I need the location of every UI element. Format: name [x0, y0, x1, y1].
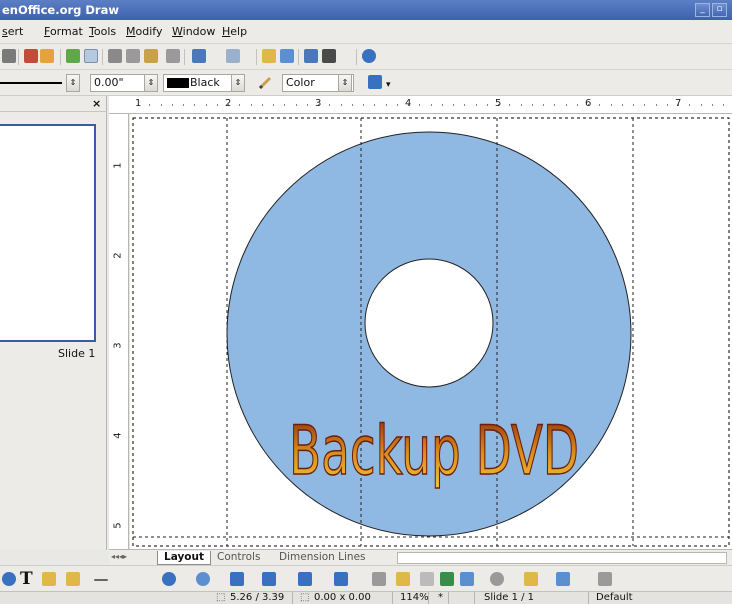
glue-points-icon[interactable] — [396, 572, 410, 586]
line-width-field[interactable]: 0.00" — [90, 74, 145, 92]
layer-tabs-bar: ◂◂◂▸ Layout Controls Dimension Lines — [109, 549, 732, 565]
window-title: enOffice.org Draw — [2, 3, 119, 17]
undo-icon[interactable] — [192, 49, 206, 63]
status-slide: Slide 1 / 1 — [484, 592, 535, 603]
gallery-icon[interactable] — [460, 572, 474, 586]
horizontal-ruler[interactable]: 1 2 3 4 5 6 7 — [109, 96, 732, 114]
tab-scroll-buttons[interactable]: ◂◂◂▸ — [111, 552, 127, 561]
print-icon[interactable] — [2, 49, 16, 63]
drawing-toolbar: T — [0, 565, 732, 591]
menu-format[interactable]: Format — [44, 25, 83, 38]
menu-window[interactable]: Window — [172, 25, 215, 38]
maximize-button[interactable]: ▫ — [712, 3, 727, 17]
standard-toolbar — [0, 44, 732, 70]
copy-icon[interactable] — [126, 49, 140, 63]
ruler-v-number: 5 — [112, 522, 124, 529]
ruler-v-number: 4 — [112, 432, 124, 439]
dvd-center-hole — [364, 258, 494, 388]
drawing-svg: Backup DVD — [132, 117, 730, 547]
status-size: 0.00 x 0.00 — [314, 592, 371, 603]
menu-bar: sert Format Tools Modify Window Help — [0, 20, 732, 44]
horizontal-scrollbar[interactable] — [397, 552, 727, 564]
fontwork-gallery-icon[interactable] — [42, 572, 56, 586]
chart-icon[interactable] — [262, 49, 276, 63]
help-icon[interactable] — [362, 49, 376, 63]
slides-pane-header: × — [0, 96, 107, 112]
show-draw-functions-icon[interactable] — [304, 49, 318, 63]
fontwork-icon[interactable] — [420, 572, 434, 586]
fill-style-dropdown[interactable]: ⇕ — [338, 74, 352, 92]
ruler-v-number: 1 — [112, 162, 124, 169]
zoom-icon[interactable] — [322, 49, 336, 63]
from-file-icon[interactable] — [440, 572, 454, 586]
spellcheck-icon[interactable] — [66, 49, 80, 63]
line-style-preview[interactable] — [0, 82, 62, 84]
menu-tools[interactable]: Tools — [89, 25, 116, 38]
stars-icon[interactable] — [334, 572, 348, 586]
ruler-v-number: 3 — [112, 342, 124, 349]
status-zoom[interactable]: 114% — [400, 592, 429, 604]
slide-thumbnail-label: Slide 1 — [58, 347, 96, 360]
callouts-icon[interactable] — [298, 572, 312, 586]
ruler-h-number: 1 — [135, 98, 142, 109]
connector-icon[interactable] — [66, 572, 80, 586]
cut-icon[interactable] — [108, 49, 122, 63]
ruler-h-number: 5 — [495, 98, 502, 109]
fontwork-text[interactable]: Backup DVD — [288, 411, 579, 491]
flowchart-icon[interactable] — [262, 572, 276, 586]
slides-pane: × Slide 1 — [0, 96, 107, 550]
title-bar: enOffice.org Draw _ ▫ — [0, 0, 732, 20]
shadow-icon[interactable] — [368, 75, 382, 89]
size-icon: ⬚ — [300, 592, 310, 603]
line-tool-icon[interactable] — [94, 579, 108, 581]
table-icon[interactable] — [280, 49, 294, 63]
extrusion-icon[interactable] — [598, 572, 612, 586]
ruler-h-number: 7 — [675, 98, 682, 109]
ellipse-tool-icon[interactable] — [2, 572, 16, 586]
paste-icon[interactable] — [144, 49, 158, 63]
alignment-icon[interactable] — [524, 572, 538, 586]
line-style-dropdown[interactable]: ⇕ — [66, 74, 80, 92]
status-layout: Default — [596, 592, 633, 603]
ruler-h-number: 4 — [405, 98, 412, 109]
line-filling-toolbar: ⇕ 0.00" ⇕ Black ⇕ Color ⇕ ▾ — [0, 70, 732, 96]
tab-controls[interactable]: Controls — [211, 551, 266, 565]
status-modified: * — [438, 592, 443, 603]
tab-dimension-lines[interactable]: Dimension Lines — [273, 551, 372, 565]
ruler-v-number: 2 — [112, 252, 124, 259]
redo-icon[interactable] — [226, 49, 240, 63]
pdf-export-icon[interactable] — [24, 49, 38, 63]
menu-insert[interactable]: sert — [2, 25, 23, 38]
status-position: 5.26 / 3.39 — [230, 592, 285, 603]
line-color-swatch — [167, 78, 189, 88]
toolbar-chevron[interactable]: ▾ — [386, 80, 391, 90]
slide-thumbnail[interactable] — [0, 124, 96, 342]
block-arrows-icon[interactable] — [230, 572, 244, 586]
menu-modify[interactable]: Modify — [126, 25, 162, 38]
rotate-icon[interactable] — [490, 572, 504, 586]
clone-formatting-icon[interactable] — [166, 49, 180, 63]
text-tool-icon[interactable]: T — [20, 569, 33, 589]
pencil-area-icon[interactable] — [258, 76, 272, 90]
status-bar: ⬚ 5.26 / 3.39 ⬚ 0.00 x 0.00 114% * Slide… — [0, 591, 732, 604]
ruler-h-number: 2 — [225, 98, 232, 109]
line-color-dropdown[interactable]: ⇕ — [231, 74, 245, 92]
arrange-icon[interactable] — [556, 572, 570, 586]
tab-layout[interactable]: Layout — [157, 551, 212, 565]
points-icon[interactable] — [372, 572, 386, 586]
symbol-shapes-icon[interactable] — [196, 572, 210, 586]
line-width-spinner[interactable]: ⇕ — [144, 74, 158, 92]
menu-help[interactable]: Help — [222, 25, 247, 38]
position-icon: ⬚ — [216, 592, 226, 603]
basic-shapes-icon[interactable] — [162, 572, 176, 586]
ruler-h-number: 3 — [315, 98, 322, 109]
ruler-h-number: 6 — [585, 98, 592, 109]
minimize-button[interactable]: _ — [695, 3, 710, 17]
vertical-ruler[interactable]: 1 2 3 4 5 — [109, 114, 129, 550]
close-pane-icon[interactable]: × — [92, 97, 101, 110]
print-direct-icon[interactable] — [40, 49, 54, 63]
drawing-canvas[interactable]: Backup DVD — [130, 114, 732, 550]
autospell-icon[interactable] — [84, 49, 98, 63]
